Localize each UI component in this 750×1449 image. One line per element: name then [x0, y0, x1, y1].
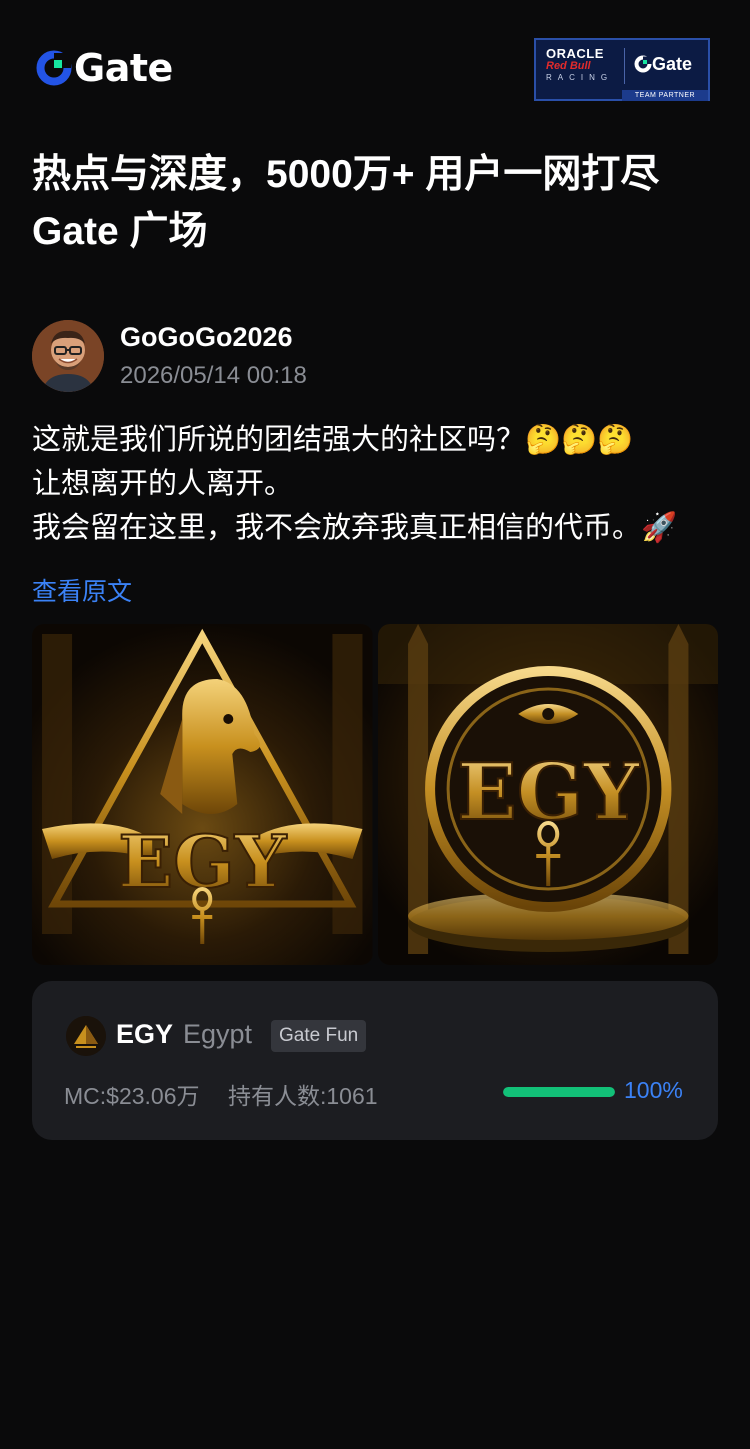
token-symbol: EGY — [116, 1019, 174, 1049]
headline-line-2: Gate 广场 — [32, 210, 208, 253]
author-name[interactable]: GoGoGo2026 — [120, 322, 293, 353]
progress-bar — [503, 1087, 615, 1097]
headline-line-1: 热点与深度，5000万+ 用户一网打尽 — [32, 153, 660, 196]
gate-logo-icon — [36, 50, 72, 86]
post-body: 这就是我们所说的团结强大的社区吗？🤔🤔🤔 让想离开的人离开。 我会留在这里，我不… — [32, 418, 722, 550]
token-tag: Gate Fun — [271, 1020, 367, 1052]
post-author[interactable]: GoGoGo2026 2026/05/14 00:18 — [32, 320, 722, 392]
oracle-text: ORACLE — [546, 46, 604, 61]
token-name: Egypt — [183, 1019, 253, 1049]
holder-count: 持有人数:1061 — [228, 1083, 378, 1109]
partner-gate-logo: Gate — [634, 54, 692, 74]
token-card[interactable]: EGY Egypt Gate Fun MC:$23.06万 持有人数:1061 … — [32, 981, 718, 1140]
post-timestamp: 2026/05/14 00:18 — [120, 362, 307, 389]
partner-gate-text: Gate — [652, 54, 693, 74]
gate-logo[interactable]: Gate — [36, 48, 173, 88]
market-cap: MC:$23.06万 — [64, 1083, 200, 1109]
progress-fill — [503, 1087, 615, 1097]
post-image-horus[interactable]: EGY — [32, 624, 373, 965]
post-line: 这就是我们所说的团结强大的社区吗？🤔🤔🤔 — [32, 424, 634, 456]
logo-text: Gate — [74, 46, 173, 90]
post-line: 让想离开的人离开。 — [32, 468, 294, 500]
progress-percent: 100% — [624, 1077, 683, 1103]
team-partner-badge: ORACLE Red Bull RACING Gate TEAM PARTNER — [534, 38, 710, 101]
promo-headline: 热点与深度，5000万+ 用户一网打尽 Gate 广场 — [32, 146, 722, 260]
team-partner-label: TEAM PARTNER — [622, 90, 708, 101]
post-image-coin[interactable]: EGY — [377, 624, 718, 965]
partner-divider — [624, 48, 625, 84]
gate-mini-icon — [634, 55, 652, 73]
redbull-text: Red Bull — [546, 60, 591, 72]
post-images: EGY EGY — [32, 624, 718, 965]
racing-text: RACING — [546, 73, 614, 82]
post-line: 我会留在这里，我不会放弃我真正相信的代币。🚀 — [32, 512, 678, 544]
app-header: Gate ORACLE Red Bull RACING Gate TEAM PA… — [0, 0, 750, 130]
view-original-link[interactable]: 查看原文 — [32, 572, 132, 608]
token-icon — [66, 1016, 106, 1056]
avatar[interactable] — [32, 320, 104, 392]
image-text-egy: EGY — [118, 819, 288, 904]
